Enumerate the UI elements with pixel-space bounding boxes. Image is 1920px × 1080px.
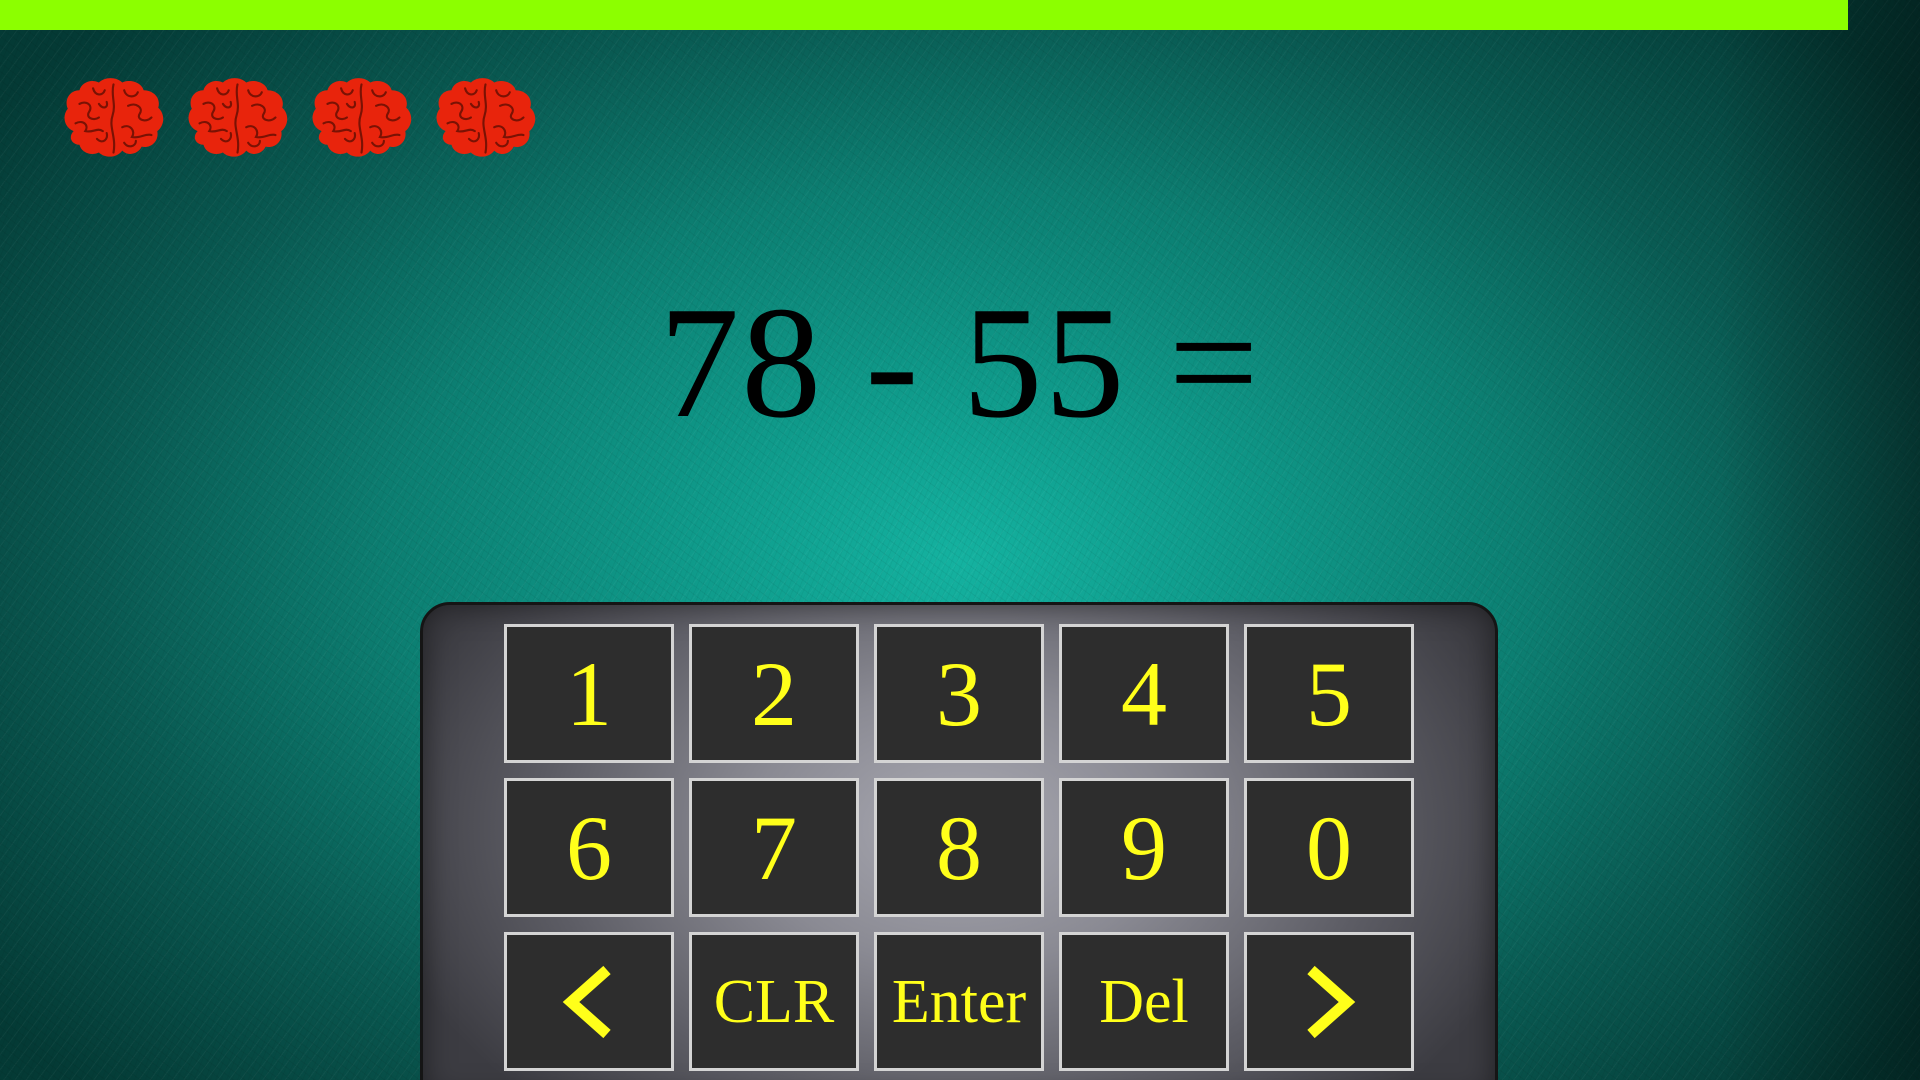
key-4-label: 4 bbox=[1121, 642, 1167, 745]
key-5-label: 5 bbox=[1306, 642, 1352, 745]
brain-icon bbox=[60, 74, 167, 161]
key-1-label: 1 bbox=[566, 642, 612, 745]
key-clear[interactable]: CLR bbox=[689, 932, 859, 1071]
equals-sign: = bbox=[1168, 273, 1261, 451]
key-6[interactable]: 6 bbox=[504, 778, 674, 917]
key-2-label: 2 bbox=[751, 642, 797, 745]
key-7-label: 7 bbox=[751, 796, 797, 899]
progress-bar bbox=[0, 0, 1920, 30]
key-delete[interactable]: Del bbox=[1059, 932, 1229, 1071]
chevron-right-icon bbox=[1307, 965, 1356, 1038]
key-left-arrow[interactable] bbox=[504, 932, 674, 1071]
key-enter[interactable]: Enter bbox=[874, 932, 1044, 1071]
key-0-label: 0 bbox=[1306, 796, 1352, 899]
key-9[interactable]: 9 bbox=[1059, 778, 1229, 917]
lives-indicator bbox=[60, 74, 539, 161]
key-3[interactable]: 3 bbox=[874, 624, 1044, 763]
chevron-left-icon bbox=[562, 965, 611, 1038]
brain-icon bbox=[184, 74, 291, 161]
progress-bar-fill bbox=[0, 0, 1848, 30]
key-clear-label: CLR bbox=[713, 967, 835, 1036]
key-enter-label: Enter bbox=[891, 967, 1027, 1036]
key-5[interactable]: 5 bbox=[1244, 624, 1414, 763]
key-6-label: 6 bbox=[566, 796, 612, 899]
key-7[interactable]: 7 bbox=[689, 778, 859, 917]
key-right-arrow[interactable] bbox=[1244, 932, 1414, 1071]
key-8[interactable]: 8 bbox=[874, 778, 1044, 917]
key-8-label: 8 bbox=[936, 796, 982, 899]
key-0[interactable]: 0 bbox=[1244, 778, 1414, 917]
operator: - bbox=[865, 273, 921, 451]
math-question: 78 - 55 = bbox=[0, 282, 1920, 442]
key-4[interactable]: 4 bbox=[1059, 624, 1229, 763]
operand-a: 78 bbox=[659, 273, 824, 451]
brain-icon bbox=[432, 74, 539, 161]
keypad: 1 2 3 4 5 6 7 8 9 0 CLR Enter Del bbox=[420, 602, 1498, 1080]
key-3-label: 3 bbox=[936, 642, 982, 745]
background-vignette bbox=[1720, 0, 1920, 1080]
operand-b: 55 bbox=[962, 273, 1127, 451]
key-delete-label: Del bbox=[1099, 967, 1189, 1036]
key-2[interactable]: 2 bbox=[689, 624, 859, 763]
keypad-grid: 1 2 3 4 5 6 7 8 9 0 CLR Enter Del bbox=[504, 624, 1414, 1071]
brain-icon bbox=[308, 74, 415, 161]
key-9-label: 9 bbox=[1121, 796, 1167, 899]
key-1[interactable]: 1 bbox=[504, 624, 674, 763]
